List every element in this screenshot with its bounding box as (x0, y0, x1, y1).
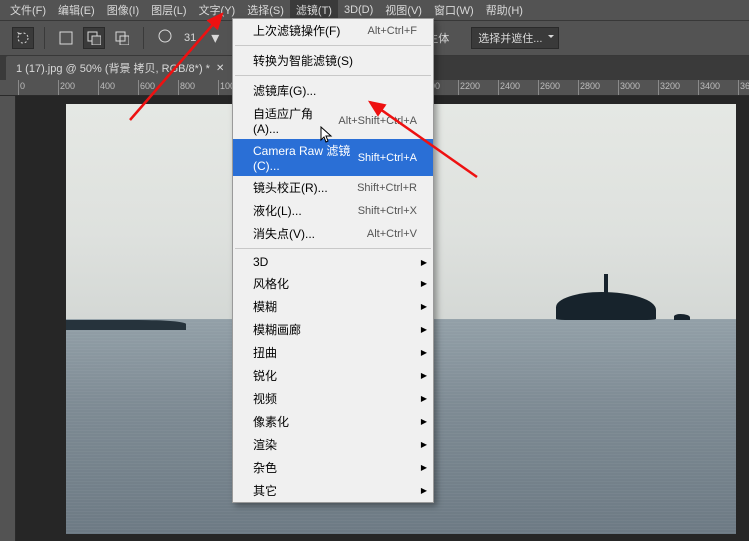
filter-menu-item[interactable]: 上次滤镜操作(F) Alt+Ctrl+F (233, 19, 433, 42)
menu-3d[interactable]: 3D(D) (338, 2, 379, 18)
menu-item-shortcut: Alt+Shift+Ctrl+A (338, 115, 417, 127)
menu-item-label: 镜头校正(R)... (253, 179, 328, 196)
menu-item-shortcut: Shift+Ctrl+X (358, 205, 417, 217)
menu-item-label: 转换为智能滤镜(S) (253, 52, 353, 69)
subtract-selection-icon[interactable] (111, 27, 133, 49)
filter-menu-item[interactable]: 转换为智能滤镜(S) (233, 49, 433, 72)
menu-item-label: 像素化 (253, 413, 289, 430)
separator (143, 27, 144, 49)
filter-menu-item[interactable]: 渲染 (233, 433, 433, 456)
select-and-mask-button[interactable]: 选择并遮住... (471, 27, 559, 49)
filter-menu-item[interactable]: 其它 (233, 479, 433, 502)
menu-item-label: 渲染 (253, 436, 277, 453)
menu-layer[interactable]: 图层(L) (145, 0, 192, 20)
close-tab-icon[interactable]: ✕ (216, 63, 224, 74)
menu-item-shortcut: Shift+Ctrl+A (358, 152, 417, 164)
filter-menu-item[interactable]: 风格化 (233, 272, 433, 295)
menubar: 文件(F) 编辑(E) 图像(I) 图层(L) 文字(Y) 选择(S) 滤镜(T… (0, 0, 749, 20)
filter-menu-item[interactable]: 模糊画廊 (233, 318, 433, 341)
menu-item-label: 模糊 (253, 298, 277, 315)
menu-separator (235, 45, 431, 46)
menu-item-label: 其它 (253, 482, 277, 499)
menu-item-label: 滤镜库(G)... (253, 82, 316, 99)
filter-menu-item[interactable]: 消失点(V)... Alt+Ctrl+V (233, 222, 433, 245)
menu-separator (235, 75, 431, 76)
menu-item-shortcut: Alt+Ctrl+F (367, 25, 417, 37)
menu-image[interactable]: 图像(I) (101, 0, 145, 20)
menu-type[interactable]: 文字(Y) (193, 0, 242, 20)
image-rock (674, 314, 690, 320)
brush-dropdown-icon[interactable]: ▾ (204, 27, 226, 49)
filter-menu: 上次滤镜操作(F)Alt+Ctrl+F转换为智能滤镜(S)滤镜库(G)...自适… (232, 18, 434, 503)
menu-filter[interactable]: 滤镜(T) (290, 0, 338, 20)
filter-menu-item[interactable]: 像素化 (233, 410, 433, 433)
menu-item-label: 杂色 (253, 459, 277, 476)
cursor-icon (320, 126, 334, 147)
menu-item-label: 视频 (253, 390, 277, 407)
filter-menu-item[interactable]: 锐化 (233, 364, 433, 387)
menu-item-label: 扭曲 (253, 344, 277, 361)
quick-select-tool-icon[interactable] (12, 27, 34, 49)
filter-menu-item[interactable]: 视频 (233, 387, 433, 410)
menu-edit[interactable]: 编辑(E) (52, 0, 101, 20)
menu-item-shortcut: Shift+Ctrl+R (357, 182, 417, 194)
brush-size-value: 31 (184, 32, 196, 44)
menu-view[interactable]: 视图(V) (379, 0, 428, 20)
new-selection-icon[interactable] (55, 27, 77, 49)
filter-menu-item[interactable]: 镜头校正(R)... Shift+Ctrl+R (233, 176, 433, 199)
menu-item-label: 锐化 (253, 367, 277, 384)
filter-menu-item[interactable]: 扭曲 (233, 341, 433, 364)
menu-item-label: Camera Raw 滤镜(C)... (253, 142, 358, 173)
image-tower (604, 274, 608, 294)
image-foreshore (66, 320, 186, 330)
add-selection-icon[interactable] (83, 27, 105, 49)
filter-menu-item[interactable]: 滤镜库(G)... (233, 79, 433, 102)
menu-item-label: 模糊画廊 (253, 321, 301, 338)
menu-item-label: 3D (253, 255, 268, 269)
filter-menu-item[interactable]: 模糊 (233, 295, 433, 318)
ruler-vertical (0, 96, 16, 541)
menu-item-label: 风格化 (253, 275, 289, 292)
menu-file[interactable]: 文件(F) (4, 0, 52, 20)
menu-item-label: 上次滤镜操作(F) (253, 22, 340, 39)
menu-select[interactable]: 选择(S) (241, 0, 290, 20)
separator (44, 27, 45, 49)
filter-menu-item[interactable]: 杂色 (233, 456, 433, 479)
menu-item-label: 消失点(V)... (253, 225, 315, 242)
document-title: 1 (17).jpg @ 50% (背景 拷贝, RGB/8*) * (16, 60, 210, 76)
menu-item-shortcut: Alt+Ctrl+V (367, 228, 417, 240)
filter-menu-item[interactable]: 3D (233, 252, 433, 272)
filter-menu-item[interactable]: 液化(L)... Shift+Ctrl+X (233, 199, 433, 222)
document-tab[interactable]: 1 (17).jpg @ 50% (背景 拷贝, RGB/8*) * ✕ (6, 56, 234, 80)
menu-help[interactable]: 帮助(H) (480, 0, 529, 20)
brush-preview-icon[interactable] (154, 27, 176, 49)
menu-window[interactable]: 窗口(W) (428, 0, 480, 20)
menu-separator (235, 248, 431, 249)
menu-item-label: 液化(L)... (253, 202, 302, 219)
